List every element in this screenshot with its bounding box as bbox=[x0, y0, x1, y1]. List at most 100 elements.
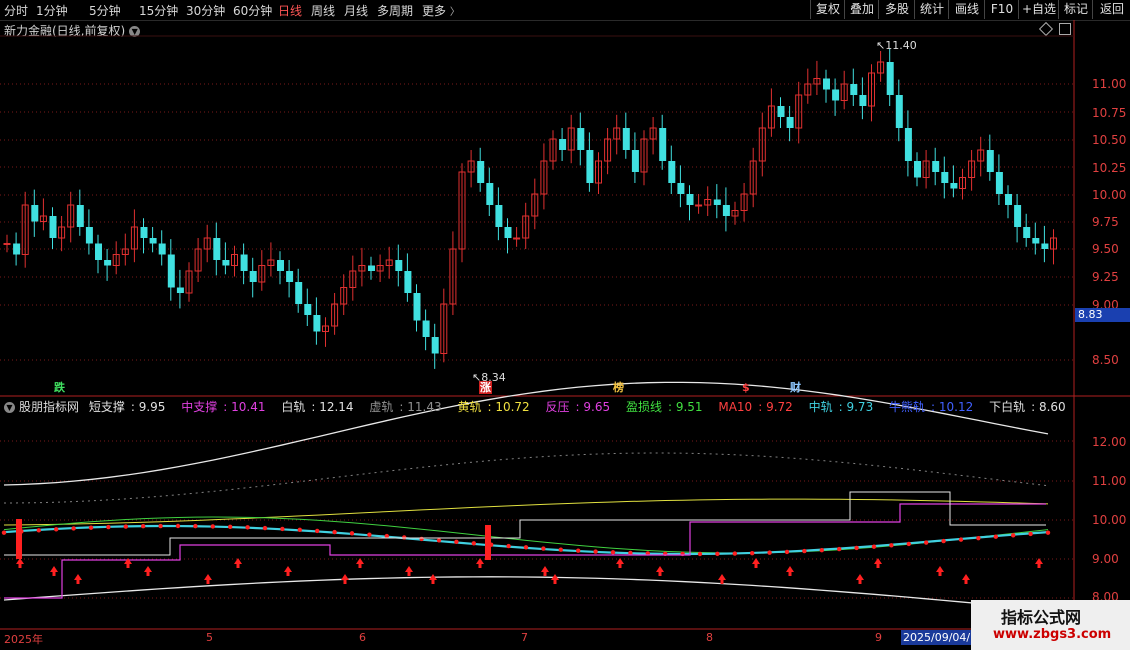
legend-label: 中轨 bbox=[808, 400, 833, 414]
ma10-dot bbox=[802, 548, 807, 554]
legend-lower-white-rail: 下白轨: 8.60 bbox=[989, 400, 1066, 414]
ma10-dot bbox=[315, 528, 320, 534]
up-arrow-icon bbox=[786, 566, 794, 576]
candle-body bbox=[176, 287, 184, 293]
up-arrow-icon bbox=[405, 566, 413, 576]
candle-body bbox=[659, 128, 667, 161]
candle-body bbox=[823, 78, 830, 90]
up-arrow-icon bbox=[541, 566, 549, 576]
candle-body bbox=[1023, 227, 1031, 238]
candle-body bbox=[1032, 238, 1040, 244]
up-arrow-icon bbox=[936, 566, 944, 576]
candle-body bbox=[413, 293, 421, 321]
up-arrow-icon bbox=[356, 558, 364, 568]
candle-body bbox=[3, 243, 11, 245]
yellow-rail bbox=[3, 498, 1049, 526]
up-arrow-icon bbox=[50, 566, 58, 576]
legend-label: 虚轨 bbox=[369, 400, 394, 414]
candlesticks bbox=[3, 48, 1057, 369]
up-arrow-icon bbox=[962, 574, 970, 584]
legend-value: 10.41 bbox=[231, 400, 266, 414]
ma10-dot bbox=[837, 546, 842, 552]
candle-body bbox=[31, 205, 39, 222]
ma10-dot bbox=[36, 528, 41, 533]
indicator-lines bbox=[1, 381, 1051, 611]
chevron-down-icon[interactable]: ▼ bbox=[4, 402, 15, 413]
legend-value: 9.72 bbox=[766, 400, 793, 414]
up-arrow-icon bbox=[476, 558, 484, 568]
ma10-dot bbox=[436, 538, 442, 543]
ma10-dot bbox=[71, 526, 76, 531]
signal-bar bbox=[16, 519, 22, 559]
up-arrow-icon bbox=[551, 574, 559, 584]
event-marker-finance[interactable]: 财 bbox=[789, 381, 802, 394]
event-marker-rank[interactable]: 榜 bbox=[612, 381, 625, 394]
candle-body bbox=[832, 89, 840, 101]
ma10-dot bbox=[228, 524, 233, 530]
candle-body bbox=[995, 172, 1003, 194]
ma10-dot bbox=[297, 527, 302, 533]
candle-body bbox=[422, 320, 430, 337]
candle-body bbox=[277, 260, 284, 271]
legend-short-support: 短支撑: 9.95 bbox=[88, 400, 166, 414]
date-label: 5 bbox=[206, 631, 213, 644]
candle-body bbox=[895, 95, 903, 128]
candle-body bbox=[986, 150, 994, 172]
ma10-dot bbox=[54, 527, 59, 532]
ma10-dot bbox=[141, 524, 146, 529]
watermark-title: 指标公式网 bbox=[1001, 608, 1082, 627]
buy-arrows bbox=[16, 558, 1043, 584]
legend-label: 下白轨 bbox=[989, 400, 1026, 414]
candle-body bbox=[368, 265, 375, 271]
dotted-rail bbox=[3, 452, 1049, 504]
legend-bull-bear-rail: 牛熊轨: 10.12 bbox=[889, 400, 974, 414]
ma10-dot bbox=[210, 524, 215, 529]
ma10-dot bbox=[175, 523, 181, 529]
price-chart[interactable] bbox=[0, 0, 1130, 650]
ma10-dot bbox=[697, 551, 703, 557]
candle-body bbox=[713, 199, 721, 205]
legend-mid-rail: 中轨: 9.73 bbox=[808, 400, 874, 414]
event-marker-rise[interactable]: 涨 bbox=[479, 381, 492, 394]
event-marker-dollar[interactable]: $ bbox=[741, 381, 751, 394]
up-arrow-icon bbox=[718, 574, 726, 584]
candle-body bbox=[914, 161, 921, 178]
high-price-value: 11.40 bbox=[885, 39, 917, 52]
indicator-legend: ▼ 股朋指标网 短支撑: 9.95 中支撑: 10.41 白轨: 12.14 虚轨… bbox=[4, 398, 1078, 415]
up-arrow-icon bbox=[856, 574, 864, 584]
candle-body bbox=[85, 227, 93, 244]
candle-body bbox=[1041, 243, 1049, 249]
candle-body bbox=[950, 183, 958, 189]
legend-label: 黄轨 bbox=[457, 400, 482, 414]
candle-body bbox=[1005, 194, 1012, 205]
legend-label: 盈损线 bbox=[625, 400, 662, 414]
watermark: 指标公式网 www.zbgs3.com bbox=[971, 600, 1130, 650]
indicator-name[interactable]: 股朋指标网 bbox=[19, 400, 79, 414]
candle-body bbox=[95, 243, 102, 260]
legend-label: 短支撑 bbox=[88, 400, 125, 414]
legend-mid-support: 中支撑: 10.41 bbox=[181, 400, 266, 414]
legend-value: 10.72 bbox=[495, 400, 530, 414]
indicator-tick: 9.00 bbox=[1092, 552, 1119, 566]
up-arrow-icon bbox=[341, 574, 349, 584]
up-arrow-icon bbox=[616, 558, 624, 568]
ma10-dot bbox=[158, 523, 163, 529]
price-tick: 8.50 bbox=[1092, 353, 1119, 367]
ma10-dot bbox=[958, 537, 964, 542]
legend-resistance: 反压: 9.65 bbox=[545, 400, 611, 414]
ma10-dot bbox=[993, 534, 998, 539]
ma10-dot bbox=[889, 543, 894, 548]
price-tick: 10.00 bbox=[1092, 188, 1127, 202]
ma10-dot bbox=[576, 548, 581, 553]
candle-body bbox=[941, 172, 949, 183]
ma10-dot bbox=[976, 535, 981, 541]
event-marker-fall[interactable]: 跌 bbox=[53, 381, 66, 394]
candle-body bbox=[559, 139, 567, 150]
legend-label: 中支撑 bbox=[181, 400, 218, 414]
candle-body bbox=[213, 238, 221, 260]
ma10-dot bbox=[1011, 533, 1016, 538]
up-arrow-icon bbox=[656, 566, 664, 576]
date-label: 2025年 bbox=[4, 633, 43, 646]
ma10-dot bbox=[541, 546, 546, 551]
legend-label: 白轨 bbox=[281, 400, 306, 414]
